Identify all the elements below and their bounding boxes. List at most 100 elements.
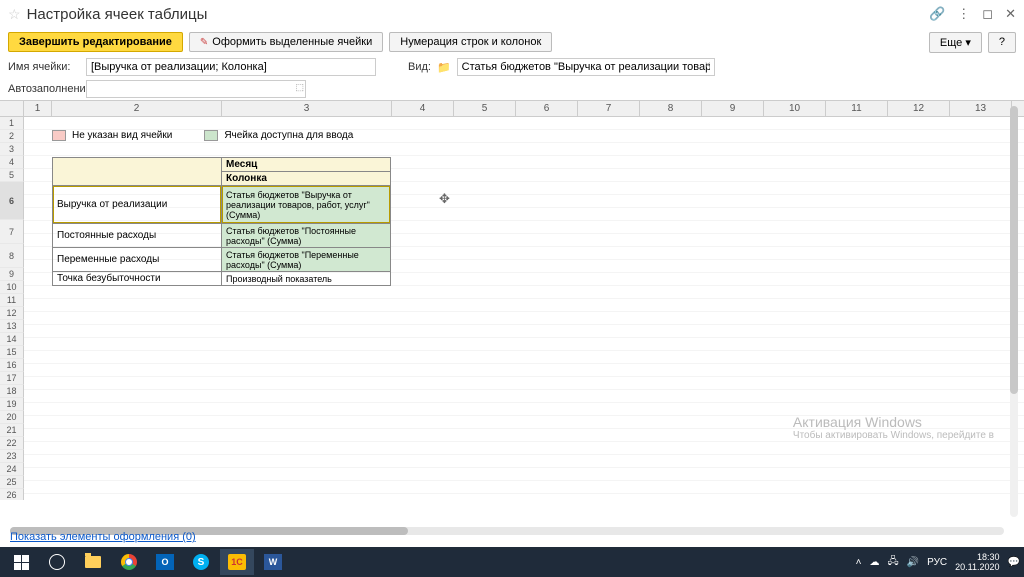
autofill-dropdown-icon[interactable]: ⬚ <box>295 82 304 93</box>
view-input[interactable] <box>457 58 715 76</box>
select-all-corner[interactable] <box>0 101 24 116</box>
watermark-subtitle: Чтобы активировать Windows, перейдите в <box>793 430 994 441</box>
row-header[interactable]: 24 <box>0 463 24 476</box>
row-header[interactable]: 8 <box>0 244 24 268</box>
row-header[interactable]: 5 <box>0 169 24 182</box>
table-row-value[interactable]: Производный показатель <box>222 272 391 286</box>
legend-editable: Ячейка доступна для ввода <box>224 130 353 141</box>
col-header[interactable]: 5 <box>454 101 516 116</box>
page-title: Настройка ячеек таблицы <box>27 6 208 23</box>
close-icon[interactable]: ✕ <box>1005 6 1016 22</box>
row-header[interactable]: 25 <box>0 476 24 489</box>
row-header[interactable]: 3 <box>0 143 24 156</box>
row-header[interactable]: 19 <box>0 398 24 411</box>
watermark-title: Активация Windows <box>793 414 994 430</box>
row-header[interactable]: 17 <box>0 372 24 385</box>
grid-canvas[interactable]: Не указан вид ячейки Ячейка доступна для… <box>24 117 1024 500</box>
show-formatting-anchor[interactable]: Показать элементы оформления (0) <box>10 531 196 543</box>
outlook-button[interactable]: O <box>148 549 182 575</box>
table-row-label[interactable]: Переменные расходы <box>53 248 222 272</box>
table-row-label[interactable]: Выручка от реализации <box>53 186 222 224</box>
col-header[interactable]: 8 <box>640 101 702 116</box>
row-header[interactable]: 26 <box>0 489 24 500</box>
vertical-scrollbar[interactable] <box>1010 106 1020 517</box>
tray-volume-icon[interactable]: 🔊 <box>907 557 919 568</box>
start-button[interactable] <box>4 549 38 575</box>
tray-onedrive-icon[interactable]: ☁ <box>870 557 880 568</box>
row-header[interactable]: 16 <box>0 359 24 372</box>
cell-name-input[interactable] <box>86 58 376 76</box>
folder-icon[interactable]: 📁 <box>437 61 451 74</box>
link-icon[interactable]: 🔗 <box>929 6 945 22</box>
col-header[interactable]: 2 <box>52 101 222 116</box>
finish-editing-button[interactable]: Завершить редактирование <box>8 32 183 52</box>
row-header[interactable]: 20 <box>0 411 24 424</box>
cortana-button[interactable] <box>40 549 74 575</box>
col-header[interactable]: 10 <box>764 101 826 116</box>
more-button[interactable]: Еще ▾ <box>929 32 982 53</box>
toolbar: Завершить редактирование ✎ Оформить выде… <box>0 28 1024 56</box>
col-header[interactable]: 1 <box>24 101 52 116</box>
row-header[interactable]: 13 <box>0 320 24 333</box>
col-header[interactable]: 9 <box>702 101 764 116</box>
table-row-label[interactable]: Постоянные расходы <box>53 224 222 248</box>
row-header[interactable]: 10 <box>0 281 24 294</box>
word-button[interactable]: W <box>256 549 290 575</box>
form-row-name: Имя ячейки: Вид: 📁 × <box>0 56 1024 78</box>
table-row-label[interactable]: Точка безубыточности <box>53 272 222 286</box>
cursor-icon: ✥ <box>439 194 450 204</box>
row-header[interactable]: 15 <box>0 346 24 359</box>
row-header[interactable]: 1 <box>0 117 24 130</box>
row-header[interactable]: 22 <box>0 437 24 450</box>
table-corner[interactable] <box>53 158 222 186</box>
show-formatting-link[interactable]: Показать элементы оформления (0) <box>10 531 196 543</box>
kebab-menu-icon[interactable]: ⋮ <box>957 6 970 22</box>
col-header[interactable]: 7 <box>578 101 640 116</box>
row-header[interactable]: 12 <box>0 307 24 320</box>
col-header[interactable]: 4 <box>392 101 454 116</box>
row-header[interactable]: 21 <box>0 424 24 437</box>
tray-network-icon[interactable]: 🖧 <box>888 554 899 571</box>
row-header[interactable]: 9 <box>0 268 24 281</box>
clock[interactable]: 18:30 20.11.2020 <box>955 552 999 572</box>
row-header[interactable]: 11 <box>0 294 24 307</box>
table-row-value[interactable]: Статья бюджетов "Выручка от реализации т… <box>222 186 391 224</box>
tray-notifications-icon[interactable]: 💬 <box>1008 557 1020 568</box>
onec-icon: 1C <box>228 554 246 570</box>
row-header[interactable]: 6 <box>0 182 24 220</box>
col-header[interactable]: 13 <box>950 101 1012 116</box>
row-header[interactable]: 7 <box>0 220 24 244</box>
col-header[interactable]: 12 <box>888 101 950 116</box>
row-header[interactable]: 2 <box>0 130 24 143</box>
tray-language[interactable]: РУС <box>927 557 947 568</box>
format-cells-button[interactable]: ✎ Оформить выделенные ячейки <box>189 32 383 52</box>
row-headers: 1 2 3 4 5 6 7 8 9 10 11 12 13 14 15 16 1… <box>0 117 24 500</box>
help-button[interactable]: ? <box>988 32 1016 53</box>
clear-view-icon[interactable]: × <box>705 60 711 71</box>
legend: Не указан вид ячейки Ячейка доступна для… <box>52 130 353 141</box>
row-header[interactable]: 4 <box>0 156 24 169</box>
col-header[interactable]: 3 <box>222 101 392 116</box>
tray-chevron-icon[interactable]: ˄ <box>856 557 862 568</box>
table-header-column[interactable]: Колонка <box>222 172 391 186</box>
autofill-input[interactable] <box>86 80 306 98</box>
explorer-button[interactable] <box>76 549 110 575</box>
clock-date: 20.11.2020 <box>955 562 999 572</box>
onec-button[interactable]: 1C <box>220 549 254 575</box>
col-header[interactable]: 11 <box>826 101 888 116</box>
table-header-month[interactable]: Месяц <box>222 158 391 172</box>
spreadsheet: 1 2 3 4 5 6 7 8 9 10 11 12 13 14 15 1 2 … <box>0 100 1024 500</box>
chrome-button[interactable] <box>112 549 146 575</box>
table-row-value[interactable]: Статья бюджетов "Постоянные расходы" (Су… <box>222 224 391 248</box>
skype-button[interactable]: S <box>184 549 218 575</box>
table-row-value[interactable]: Статья бюджетов "Переменные расходы" (Су… <box>222 248 391 272</box>
row-header[interactable]: 14 <box>0 333 24 346</box>
maximize-icon[interactable]: ◻ <box>982 6 993 22</box>
form-row-auto: Автозаполнение: ⬚ <box>0 78 1024 100</box>
row-header[interactable]: 18 <box>0 385 24 398</box>
numbering-button[interactable]: Нумерация строк и колонок <box>389 32 552 52</box>
favorite-star-icon[interactable]: ☆ <box>8 6 21 23</box>
col-header[interactable]: 6 <box>516 101 578 116</box>
row-header[interactable]: 23 <box>0 450 24 463</box>
windows-logo-icon <box>14 555 29 570</box>
